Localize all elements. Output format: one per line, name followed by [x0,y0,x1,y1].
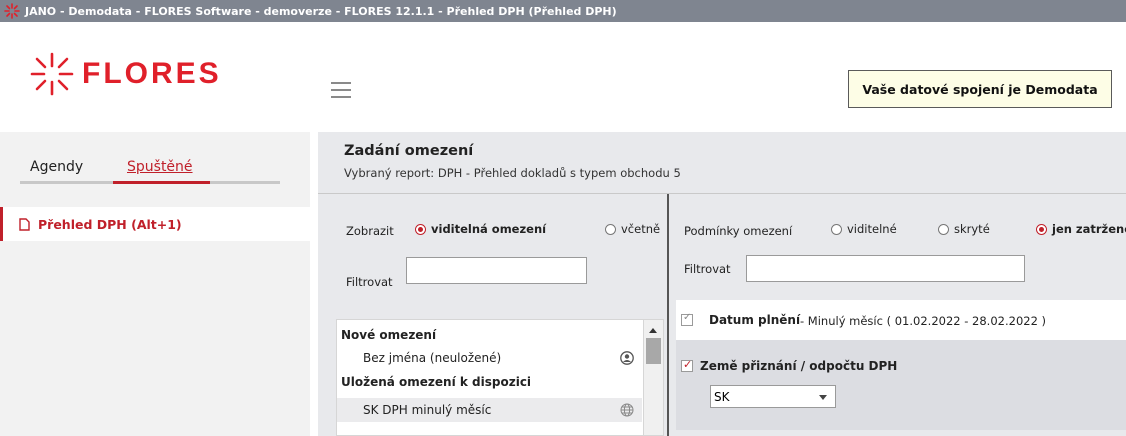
list-header-saved: Uložená omezení k dispozici [341,375,532,389]
radio-dot [938,223,949,235]
radio-dot [831,223,842,235]
list-item-saved-filter[interactable]: SK DPH minulý měsíc [337,398,642,422]
connection-info-box[interactable]: Vaše datové spojení je Demodata [848,70,1112,108]
radio-dot-checked [415,223,426,235]
checkbox-zeme-priznani[interactable] [681,358,693,372]
list-header-new: Nové omezení [341,328,437,342]
country-select[interactable]: SK [710,385,836,408]
menu-hamburger-icon[interactable] [331,82,351,98]
filter-label: Filtrovat [346,275,393,289]
globe-icon [620,403,634,417]
active-tab-indicator [113,181,210,184]
flores-logo-icon [30,52,74,96]
tab-agendy[interactable]: Agendy [30,159,83,175]
filter-label-right: Filtrovat [684,262,731,276]
condition-detail: - Minulý měsíc ( 01.02.2022 - 28.02.2022… [800,314,1047,328]
sidebar-item-label: Přehled DPH (Alt+1) [38,216,182,232]
radio-hidden[interactable]: skryté [938,222,990,236]
tab-spustene[interactable]: Spuštěné [127,159,193,175]
window-titlebar: JANO - Demodata - FLORES Software - demo… [0,0,1126,22]
condition-title: Datum plnění [709,313,801,327]
flores-logo: FLORES [30,52,222,96]
radio-visible-filters[interactable]: viditelná omezení [415,222,546,236]
sidebar-tabs: Agendy Spuštěné [20,149,280,184]
flores-app-icon [4,3,20,19]
condition-row-datum-plneni: Datum plnění - Minulý měsíc ( 01.02.2022… [676,300,1126,340]
radio-dot-checked [1036,223,1047,235]
document-icon [19,217,30,231]
app-window: JANO - Demodata - FLORES Software - demo… [0,0,1126,436]
saved-filters-list[interactable]: Nové omezení Bez jména (neuložené) Ulože… [336,319,664,436]
panel-splitter[interactable] [667,194,669,436]
main-panel: Zadání omezení Vybraný report: DPH - Pře… [318,132,1126,436]
page-title: Zadání omezení [344,143,474,159]
filter-input-right[interactable] [746,255,1025,282]
conditions-label: Podmínky omezení [684,224,793,238]
radio-visible[interactable]: viditelné [831,222,897,236]
chevron-down-icon [819,395,827,400]
logo-wordmark: FLORES [82,57,222,90]
condition-title: Země přiznání / odpočtu DPH [700,359,898,373]
page-subtitle: Vybraný report: DPH - Přehled dokladů s … [344,166,681,180]
scroll-up-arrow-icon[interactable] [649,328,657,333]
scroll-thumb[interactable] [646,338,661,364]
checkbox-datum-plneni[interactable] [681,312,693,326]
list-item-new-unsaved[interactable]: Bez jména (neuložené) [337,346,642,370]
header-divider [318,193,1126,194]
app-header: FLORES Vaše datové spojení je Demodata [0,22,1126,125]
radio-including[interactable]: včetně [605,222,660,236]
select-value: SK [714,389,730,404]
radio-dot [605,223,616,235]
user-icon [620,351,634,365]
show-label: Zobrazit [346,224,394,238]
left-sidebar: Agendy Spuštěné Přehled DPH (Alt+1) [0,132,310,436]
window-title: JANO - Demodata - FLORES Software - demo… [25,4,617,18]
list-scrollbar[interactable] [643,320,663,435]
connection-label: Vaše datové spojení je Demodata [862,81,1098,97]
radio-only-checked[interactable]: jen zatržené [1036,222,1126,236]
sidebar-item-prehled-dph[interactable]: Přehled DPH (Alt+1) [0,207,310,241]
filter-input-left[interactable] [406,257,587,284]
